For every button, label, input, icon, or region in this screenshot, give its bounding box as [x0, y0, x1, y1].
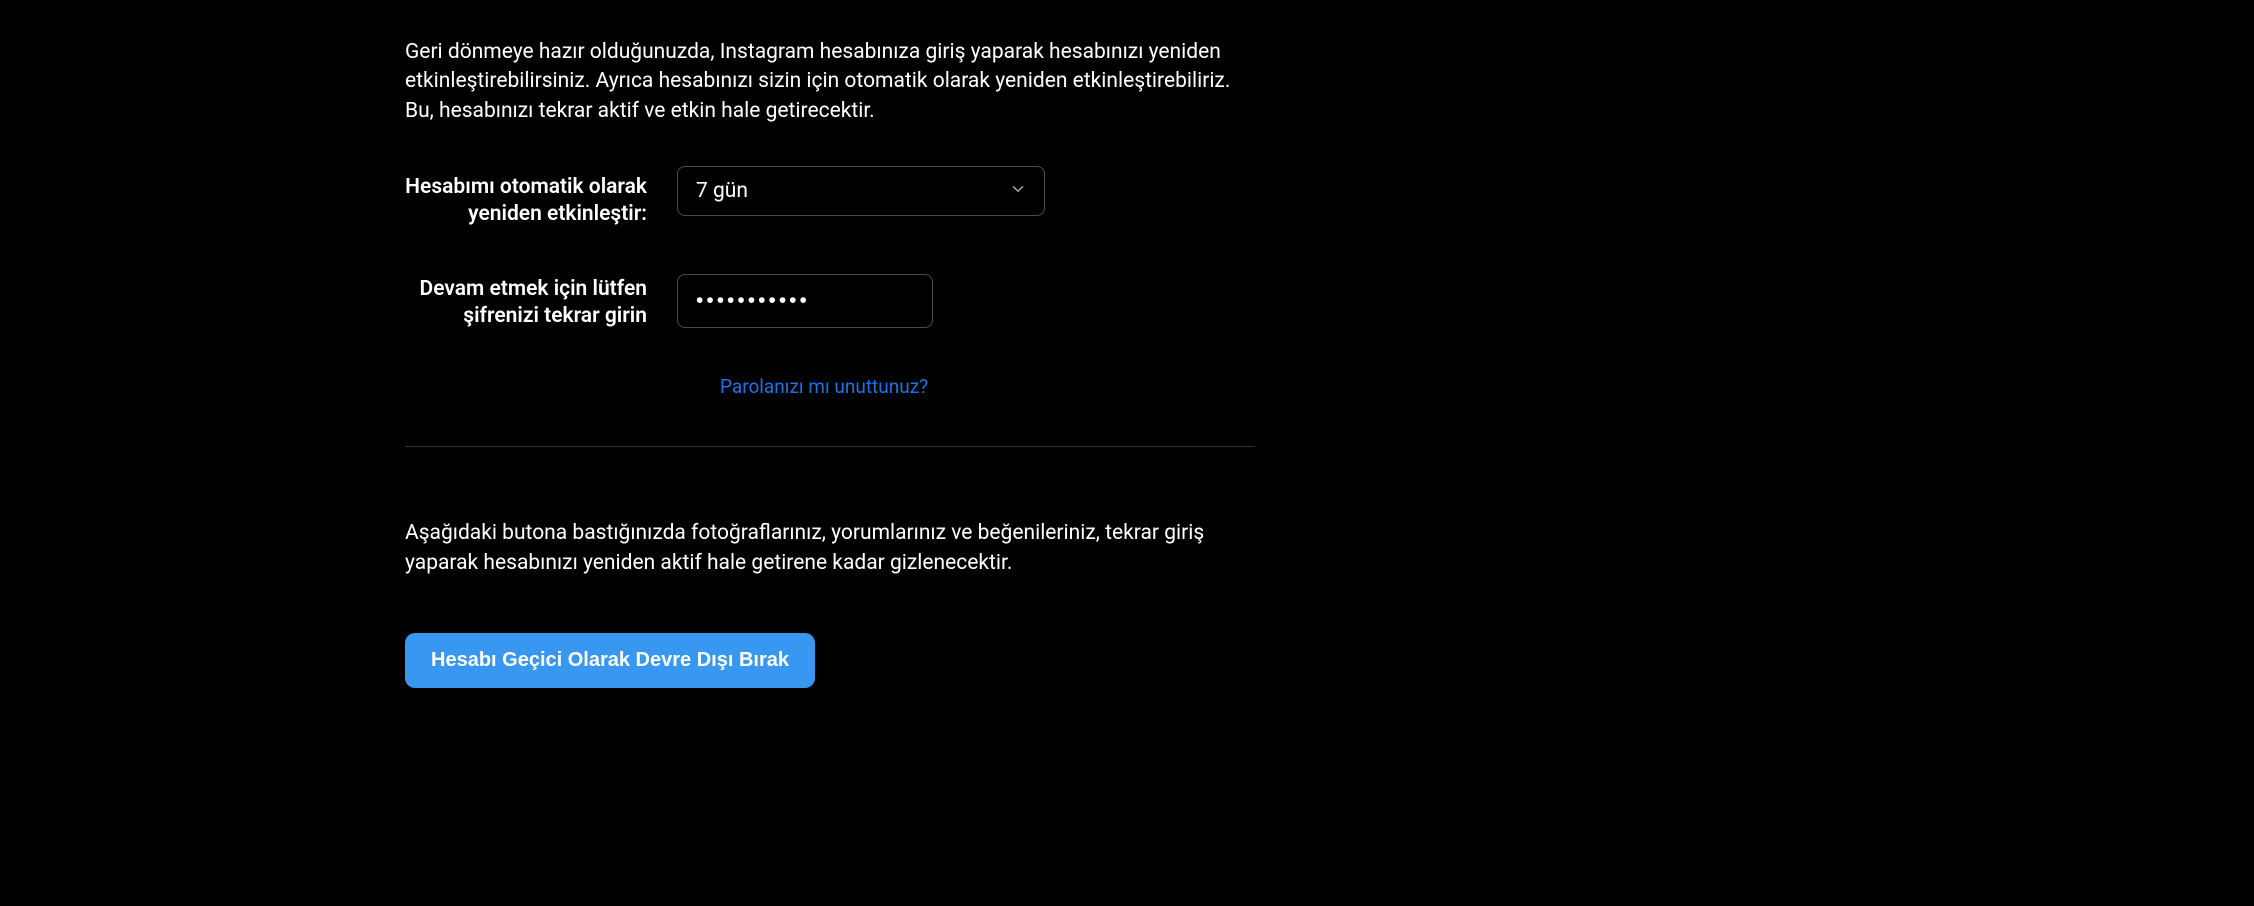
- password-row: Devam etmek için lütfen şifrenizi tekrar…: [405, 274, 1255, 331]
- password-label: Devam etmek için lütfen şifrenizi tekrar…: [405, 274, 677, 331]
- reactivate-label: Hesabımı otomatik olarak yeniden etkinle…: [405, 166, 677, 229]
- password-input[interactable]: [677, 274, 933, 328]
- info-text: Aşağıdaki butona bastığınızda fotoğrafla…: [405, 519, 1255, 578]
- divider: [405, 446, 1255, 447]
- reactivate-select-wrapper: 7 gün: [677, 166, 1045, 216]
- reactivate-row: Hesabımı otomatik olarak yeniden etkinle…: [405, 166, 1255, 229]
- forgot-link-row: Parolanızı mı unuttunuz?: [720, 375, 1255, 398]
- intro-text: Geri dönmeye hazır olduğunuzda, Instagra…: [405, 38, 1255, 126]
- deactivate-button[interactable]: Hesabı Geçici Olarak Devre Dışı Bırak: [405, 633, 815, 688]
- password-wrapper: [677, 274, 933, 328]
- forgot-password-link[interactable]: Parolanızı mı unuttunuz?: [720, 375, 928, 398]
- reactivate-select[interactable]: 7 gün: [677, 166, 1045, 216]
